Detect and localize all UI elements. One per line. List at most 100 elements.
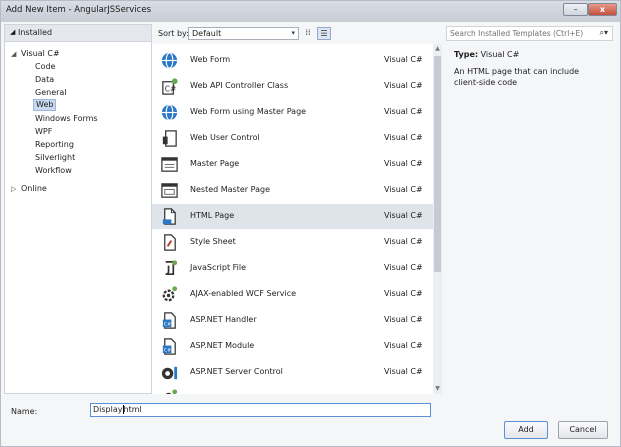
tree-item-general[interactable]: General	[35, 87, 67, 99]
tree-header-installed[interactable]: ◢ Installed	[5, 25, 151, 42]
template-details-pane: Type: Visual C# An HTML page that can in…	[446, 44, 616, 394]
search-icon[interactable]: ⌕▾	[600, 28, 609, 38]
svg-text:C#: C#	[164, 348, 171, 354]
master-page-icon	[161, 183, 178, 198]
template-row-master-page[interactable]: Master Page Visual C#	[152, 152, 433, 177]
name-value-before-caret: Display	[93, 405, 123, 414]
scroll-down-arrow-icon[interactable]: ▼	[433, 384, 442, 394]
tree-item-data[interactable]: Data	[35, 74, 54, 86]
title-bar: Add New Item - AngularJSServices – x	[1, 1, 620, 22]
type-label: Type:	[454, 50, 479, 59]
javascript-file-icon	[165, 260, 178, 276]
template-type: Type: Visual C#	[454, 50, 519, 59]
template-list: Web Form Visual C# C# Web API Controller…	[152, 44, 433, 394]
template-name: ASP.NET Server Control	[190, 367, 283, 376]
template-language: Visual C#	[384, 237, 423, 246]
template-row-web-user-control[interactable]: Web User Control Visual C#	[152, 126, 433, 151]
template-language: Visual C#	[384, 55, 423, 64]
minimize-button[interactable]: –	[563, 3, 588, 16]
template-row-web-form[interactable]: Web Form Visual C#	[152, 48, 433, 73]
name-value-after-caret: html	[123, 405, 142, 414]
sort-by-value: Default	[192, 29, 222, 38]
tree-item-online[interactable]: Online	[21, 183, 47, 195]
template-language: Visual C#	[384, 263, 423, 272]
sort-by-label: Sort by:	[158, 29, 189, 38]
search-templates-input[interactable]: Search Installed Templates (Ctrl+E) ⌕▾	[446, 26, 613, 41]
tree-item-wpf[interactable]: WPF	[35, 126, 52, 138]
template-row-nested-master-page[interactable]: Nested Master Page Visual C#	[152, 178, 433, 203]
handler-icon: C#	[162, 312, 176, 329]
template-name: Web Form	[190, 55, 231, 64]
template-row-aspnet-server-control[interactable]: ASP.NET Server Control Visual C#	[152, 360, 433, 385]
collapsed-triangle-icon[interactable]: ▷	[11, 183, 16, 195]
html-page-icon	[162, 208, 176, 225]
template-row-javascript-file[interactable]: JavaScript File Visual C#	[152, 256, 433, 281]
chevron-down-icon: ▾	[291, 29, 295, 37]
user-control-icon	[162, 130, 177, 147]
controller-icon: C#	[162, 78, 178, 95]
tree-item-code[interactable]: Code	[35, 61, 55, 73]
type-value: Visual C#	[480, 50, 520, 59]
svg-text:C#: C#	[164, 322, 171, 328]
template-row-web-api-controller[interactable]: C# Web API Controller Class Visual C#	[152, 74, 433, 99]
template-row-style-sheet[interactable]: Style Sheet Visual C#	[152, 230, 433, 255]
style-sheet-icon	[164, 234, 176, 251]
template-name: Style Sheet	[190, 237, 236, 246]
template-row-html-page[interactable]: HTML Page Visual C#	[152, 204, 433, 229]
tree-item-reporting[interactable]: Reporting	[35, 139, 74, 151]
template-name: Web Form using Master Page	[190, 107, 307, 116]
tree-item-web[interactable]: Web	[33, 99, 57, 111]
medium-icons-view-icon[interactable]: ⁞⁞	[301, 27, 315, 40]
expanded-triangle-icon[interactable]: ◢	[11, 48, 16, 60]
add-button[interactable]: Add	[504, 421, 548, 439]
partial-item-icon	[165, 389, 178, 394]
category-tree: ◢ Installed ◢ Visual C# Code Data Genera…	[4, 24, 152, 394]
template-name: ASP.NET Module	[190, 341, 255, 350]
template-row-partial[interactable]	[152, 386, 433, 394]
cancel-button[interactable]: Cancel	[558, 421, 608, 439]
master-page-icon	[161, 157, 178, 172]
template-row-aspnet-handler[interactable]: C# ASP.NET Handler Visual C#	[152, 308, 433, 333]
wcf-service-icon	[162, 286, 178, 302]
template-name: HTML Page	[190, 211, 235, 220]
server-control-icon	[161, 366, 178, 380]
expanded-triangle-icon: ◢	[10, 28, 16, 36]
tree-item-windows-forms[interactable]: Windows Forms	[35, 113, 98, 125]
template-name: AJAX-enabled WCF Service	[190, 289, 297, 298]
template-description: An HTML page that can include client-sid…	[454, 67, 580, 87]
template-row-web-form-master-page[interactable]: Web Form using Master Page Visual C#	[152, 100, 433, 125]
template-row-ajax-wcf-service[interactable]: AJAX-enabled WCF Service Visual C#	[152, 282, 433, 307]
template-name: Web User Control	[190, 133, 260, 142]
template-language: Visual C#	[384, 367, 423, 376]
template-name: Web API Controller Class	[190, 81, 289, 90]
template-language: Visual C#	[384, 159, 423, 168]
template-language: Visual C#	[384, 107, 423, 116]
tree-header-label: Installed	[18, 28, 53, 37]
tree-item-visual-csharp[interactable]: Visual C#	[21, 48, 60, 60]
scrollbar-thumb[interactable]	[434, 56, 441, 272]
template-list-scrollbar[interactable]: ▲ ▼	[433, 44, 442, 394]
name-input[interactable]: Displayhtml	[90, 403, 431, 417]
template-language: Visual C#	[384, 289, 423, 298]
module-icon: C#	[162, 338, 176, 355]
scroll-up-arrow-icon[interactable]: ▲	[433, 44, 442, 54]
template-language: Visual C#	[384, 81, 423, 90]
template-toolbar: Sort by: Default ▾ ⁞⁞ ☰	[152, 24, 442, 44]
template-name: ASP.NET Handler	[190, 315, 257, 324]
list-view-icon[interactable]: ☰	[317, 27, 331, 40]
close-button[interactable]: x	[588, 3, 617, 16]
template-row-aspnet-module[interactable]: C# ASP.NET Module Visual C#	[152, 334, 433, 359]
globe-icon	[161, 52, 178, 69]
template-name: Nested Master Page	[190, 185, 270, 194]
svg-text:C#: C#	[165, 84, 177, 93]
template-language: Visual C#	[384, 341, 423, 350]
tree-item-workflow[interactable]: Workflow	[35, 165, 72, 177]
search-placeholder: Search Installed Templates (Ctrl+E)	[450, 29, 584, 38]
tree-item-silverlight[interactable]: Silverlight	[35, 152, 75, 164]
template-name: Master Page	[190, 159, 240, 168]
window-title: Add New Item - AngularJSServices	[6, 5, 152, 15]
template-language: Visual C#	[384, 185, 423, 194]
name-label: Name:	[11, 407, 38, 416]
add-new-item-dialog: Add New Item - AngularJSServices – x ◢ I…	[0, 0, 621, 447]
sort-by-dropdown[interactable]: Default ▾	[188, 27, 299, 40]
